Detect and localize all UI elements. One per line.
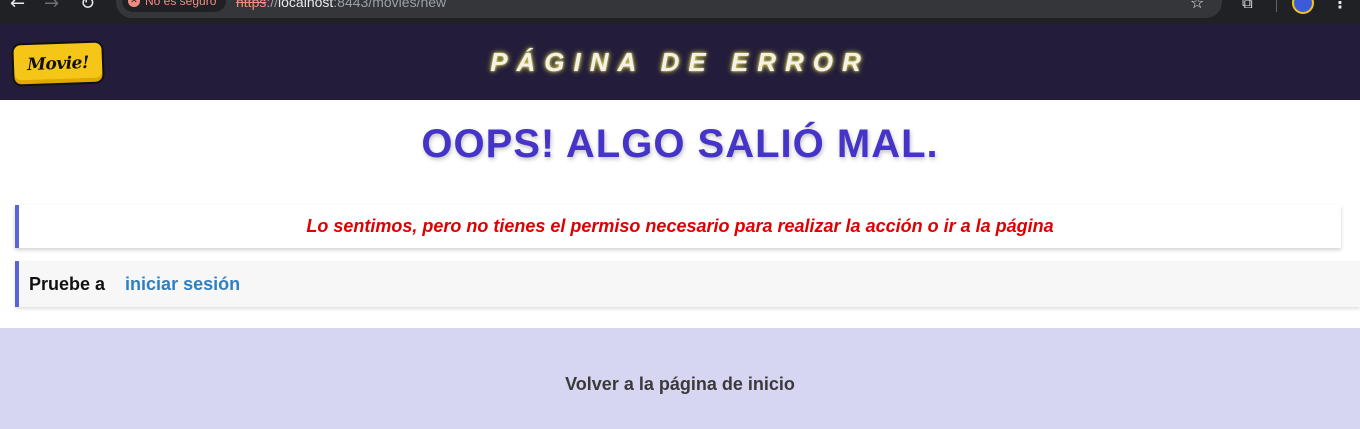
url-host: localhost (278, 0, 334, 10)
login-suggestion: Pruebe a iniciar sesión (15, 261, 1360, 307)
profile-avatar[interactable] (1292, 0, 1314, 14)
login-link[interactable]: iniciar sesión (125, 274, 240, 295)
footer: Volver a la página de inicio (0, 328, 1360, 429)
forward-arrow-icon[interactable]: → (44, 0, 59, 14)
home-link[interactable]: Volver a la página de inicio (0, 374, 1360, 395)
back-arrow-icon[interactable]: ← (10, 0, 25, 14)
insecure-icon: ✕ (128, 0, 140, 7)
error-alert: Lo sentimos, pero no tienes el permiso n… (15, 205, 1341, 248)
toolbar-divider (1276, 0, 1277, 12)
security-label: No es seguro (145, 0, 217, 8)
security-chip[interactable]: ✕ No es seguro (122, 0, 227, 12)
url-separator: :// (266, 0, 279, 10)
error-message: Lo sentimos, pero no tienes el permiso n… (306, 216, 1054, 236)
url-path: :8443/movies/new (333, 0, 447, 10)
app-header: Movie! PÁGINA DE ERROR (0, 24, 1360, 100)
page-title: PÁGINA DE ERROR (490, 47, 870, 77)
extensions-icon[interactable]: ⧉ (1242, 0, 1253, 12)
bookmark-star-icon[interactable]: ☆ (1190, 0, 1204, 12)
url-scheme: https (236, 0, 267, 10)
error-heading: OOPS! ALGO SALIÓ MAL. (421, 122, 939, 166)
url-text[interactable]: https://localhost:8443/movies/new (236, 0, 446, 10)
reload-icon[interactable]: ↻ (80, 0, 95, 14)
suggestion-label: Pruebe a (29, 273, 106, 294)
more-menu-icon[interactable]: ⋮ (1332, 0, 1348, 12)
browser-toolbar: ← → ↻ ✕ No es seguro https://localhost:8… (0, 0, 1360, 24)
